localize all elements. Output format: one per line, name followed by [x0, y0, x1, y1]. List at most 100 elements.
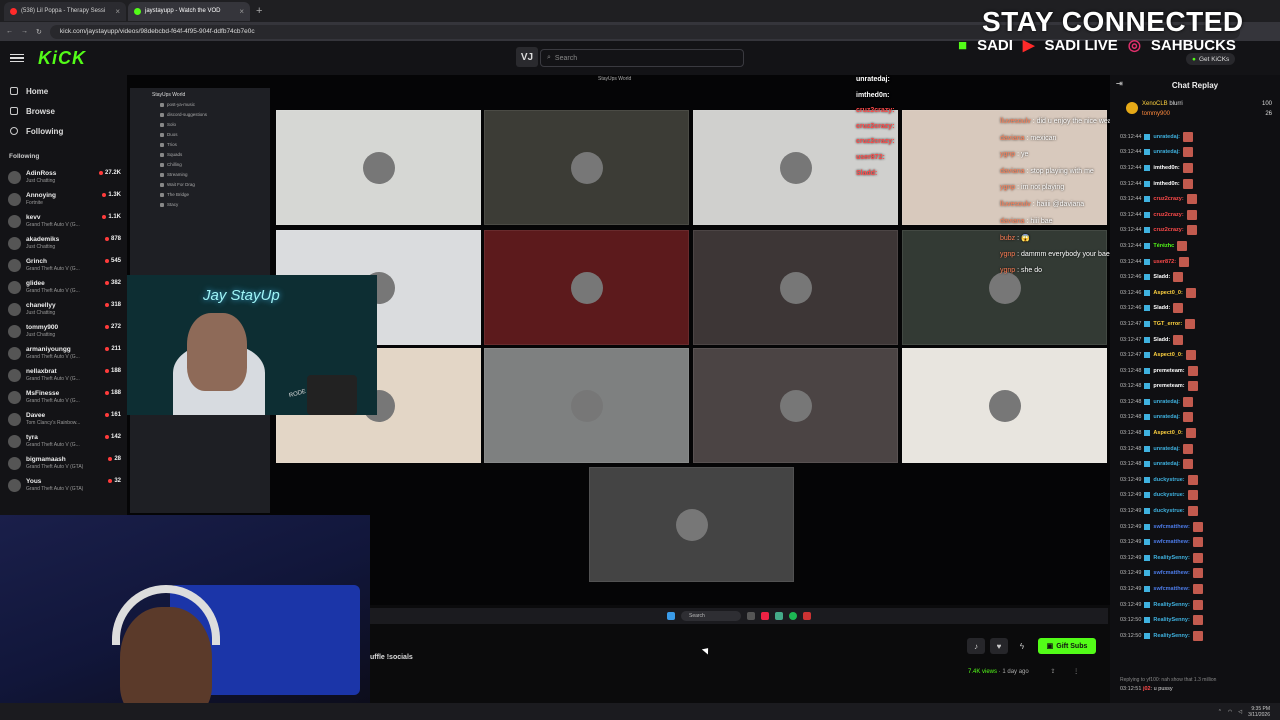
following-item[interactable]: Grinch Grand Theft Auto V (G... 545	[0, 254, 127, 276]
browser-tab-1[interactable]: (538) Lil Poppa - Therapy Sessi ×	[4, 1, 126, 21]
following-item[interactable]: tyra Grand Theft Auto V (G... 142	[0, 430, 127, 452]
nav-following[interactable]: Following	[0, 121, 127, 141]
chat-message[interactable]: 03:12:49 duckystrue:	[1110, 503, 1280, 519]
msg-user[interactable]: Térézhc	[1153, 243, 1174, 249]
msg-user[interactable]: RealitySenny:	[1153, 633, 1189, 639]
volume-icon[interactable]: ◁	[1238, 709, 1242, 715]
msg-user[interactable]: swfcmatthew:	[1153, 524, 1189, 530]
vj-badge[interactable]: VJ	[516, 47, 538, 67]
chat-message[interactable]: 03:12:48 premeteam:	[1110, 363, 1280, 379]
chat-message[interactable]: 03:12:49 swfcmatthew:	[1110, 534, 1280, 550]
msg-user[interactable]: unratedaj:	[1153, 399, 1180, 405]
msg-user[interactable]: Aspect0_0:	[1153, 290, 1182, 296]
clock[interactable]: 9:35 PM 3/11/2026	[1248, 706, 1270, 718]
msg-user[interactable]: cruz2crazy:	[1153, 196, 1183, 202]
chat-message[interactable]: 03:12:44 cruz2crazy:	[1110, 191, 1280, 207]
chat-message[interactable]: 03:12:47 Sladd:	[1110, 332, 1280, 348]
msg-user[interactable]: unratedaj:	[1153, 414, 1180, 420]
back-icon[interactable]: ←	[6, 28, 13, 35]
close-icon[interactable]: ×	[115, 7, 120, 16]
bolt-button[interactable]: ϟ	[1013, 638, 1031, 654]
msg-user[interactable]: unratedaj:	[1153, 446, 1180, 452]
msg-user[interactable]: RealitySenny:	[1153, 617, 1189, 623]
following-item[interactable]: AdinRoss Just Chatting 27.2K	[0, 166, 127, 188]
chat-message[interactable]: 03:12:44 Térézhc	[1110, 238, 1280, 254]
chat-message[interactable]: 03:12:49 RealitySenny:	[1110, 550, 1280, 566]
following-item[interactable]: Davee Tom Clancy's Rainbow... 161	[0, 408, 127, 430]
chat-message[interactable]: 03:12:44 imthed0n:	[1110, 176, 1280, 192]
more-icon[interactable]: ⋮	[1073, 669, 1079, 675]
kick-logo[interactable]: KiCK	[38, 48, 86, 69]
following-item[interactable]: chanellyy Just Chatting 318	[0, 298, 127, 320]
chat-message[interactable]: 03:12:49 duckystrue:	[1110, 472, 1280, 488]
chat-message[interactable]: 03:12:44 cruz2crazy:	[1110, 223, 1280, 239]
msg-user[interactable]: duckystrue:	[1153, 492, 1184, 498]
chat-message[interactable]: 03:12:44 user872:	[1110, 254, 1280, 270]
chat-message[interactable]: 03:12:48 unratedaj:	[1110, 441, 1280, 457]
gift-subs-button[interactable]: ▣ Gift Subs	[1038, 638, 1096, 654]
chat-messages[interactable]: 03:12:44 unratedaj: 03:12:44 unratedaj: …	[1110, 129, 1280, 644]
chat-message[interactable]: 03:12:49 RealitySenny:	[1110, 597, 1280, 613]
following-item[interactable]: nellaxbrat Grand Theft Auto V (G... 188	[0, 364, 127, 386]
msg-user[interactable]: duckystrue:	[1153, 508, 1184, 514]
chat-message[interactable]: 03:12:44 cruz2crazy:	[1110, 207, 1280, 223]
chat-message[interactable]: 03:12:48 premeteam:	[1110, 379, 1280, 395]
nav-browse[interactable]: Browse	[0, 101, 127, 121]
wifi-icon[interactable]: ◠	[1228, 709, 1232, 715]
chat-message[interactable]: 03:12:46 Aspect0_0:	[1110, 285, 1280, 301]
chat-message[interactable]: 03:12:48 unratedaj:	[1110, 394, 1280, 410]
msg-user[interactable]: swfcmatthew:	[1153, 570, 1189, 576]
following-item[interactable]: MsFinesse Grand Theft Auto V (G... 188	[0, 386, 127, 408]
msg-user[interactable]: imthed0n:	[1153, 181, 1179, 187]
msg-user[interactable]: Sladd:	[1153, 274, 1170, 280]
chat-message[interactable]: 03:12:48 unratedaj:	[1110, 456, 1280, 472]
msg-user[interactable]: unratedaj:	[1153, 461, 1180, 467]
follow-button[interactable]: ♥	[990, 638, 1008, 654]
msg-user[interactable]: premeteam:	[1153, 368, 1184, 374]
msg-user[interactable]: duckystrue:	[1153, 477, 1184, 483]
chat-message[interactable]: 03:12:47 Aspect0_0:	[1110, 347, 1280, 363]
chat-message[interactable]: 03:12:49 swfcmatthew:	[1110, 581, 1280, 597]
msg-user[interactable]: cruz2crazy:	[1153, 212, 1183, 218]
chat-message[interactable]: 03:12:49 duckystrue:	[1110, 488, 1280, 504]
following-item[interactable]: glidee Grand Theft Auto V (G... 382	[0, 276, 127, 298]
chat-message[interactable]: 03:12:50 RealitySenny:	[1110, 628, 1280, 644]
msg-user[interactable]: unratedaj:	[1153, 134, 1180, 140]
msg-user[interactable]: Aspect0_0:	[1153, 430, 1182, 436]
menu-icon[interactable]	[10, 53, 24, 63]
chat-message[interactable]: 03:12:48 unratedaj:	[1110, 410, 1280, 426]
chat-message[interactable]: 03:12:47 TGT_error:	[1110, 316, 1280, 332]
new-tab-button[interactable]: +	[256, 5, 262, 17]
msg-user[interactable]: imthed0n:	[1153, 165, 1179, 171]
chat-message[interactable]: 03:12:46 Sladd:	[1110, 269, 1280, 285]
close-icon[interactable]: ×	[239, 7, 244, 16]
forward-icon[interactable]: →	[21, 28, 28, 35]
msg-user[interactable]: Sladd:	[1153, 337, 1170, 343]
msg-user[interactable]: cruz2crazy:	[1153, 227, 1183, 233]
chat-message[interactable]: 03:12:44 unratedaj:	[1110, 129, 1280, 145]
following-item[interactable]: kevv Grand Theft Auto V (G... 1.1K	[0, 210, 127, 232]
following-item[interactable]: akademiks Just Chatting 878	[0, 232, 127, 254]
nav-home[interactable]: Home	[0, 81, 127, 101]
msg-user[interactable]: swfcmatthew:	[1153, 539, 1189, 545]
following-item[interactable]: tommy900 Just Chatting 272	[0, 320, 127, 342]
msg-user[interactable]: unratedaj:	[1153, 149, 1180, 155]
following-item[interactable]: Annoying Fortnite 1.3K	[0, 188, 127, 210]
bell-button[interactable]: ♪	[967, 638, 985, 654]
reload-icon[interactable]: ↻	[36, 28, 42, 36]
msg-user[interactable]: RealitySenny:	[1153, 555, 1189, 561]
chat-message[interactable]: 03:12:44 imthed0n:	[1110, 160, 1280, 176]
get-kicks-button[interactable]: ● Get KiCKs	[1186, 53, 1236, 65]
following-item[interactable]: bigmamaash Grand Theft Auto V (GTA) 28	[0, 452, 127, 474]
chat-message[interactable]: 03:12:49 swfcmatthew:	[1110, 519, 1280, 535]
msg-user[interactable]: user872:	[1153, 259, 1176, 265]
tray-icon[interactable]: ⌃	[1218, 709, 1222, 715]
msg-user[interactable]: RealitySenny:	[1153, 602, 1189, 608]
chat-message[interactable]: 03:12:48 Aspect0_0:	[1110, 425, 1280, 441]
chat-message[interactable]: 03:12:50 RealitySenny:	[1110, 612, 1280, 628]
chat-message[interactable]: 03:12:46 Sladd:	[1110, 301, 1280, 317]
following-item[interactable]: armaniyoungg Grand Theft Auto V (G... 21…	[0, 342, 127, 364]
msg-user[interactable]: TGT_error:	[1153, 321, 1182, 327]
msg-user[interactable]: Aspect0_0:	[1153, 352, 1182, 358]
browser-tab-2[interactable]: jaystayupp - Watch the VOD ×	[128, 1, 250, 21]
